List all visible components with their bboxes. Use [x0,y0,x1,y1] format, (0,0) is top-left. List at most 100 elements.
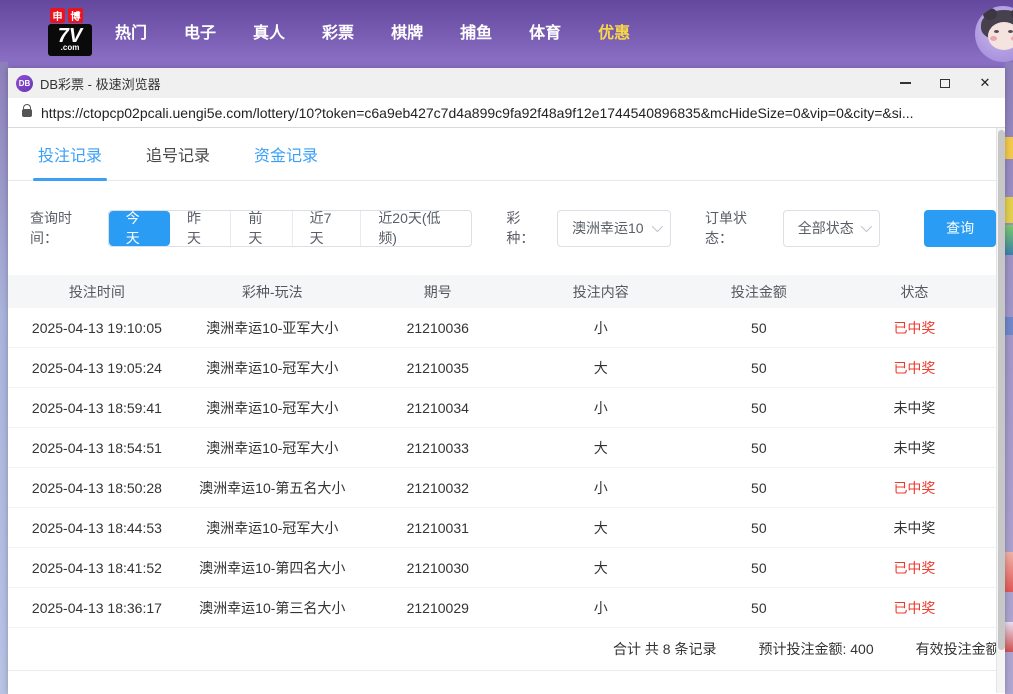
nav-item-sports[interactable]: 体育 [529,19,561,43]
browser-app-icon: DB [16,75,33,92]
status-select-value: 全部状态 [798,218,854,238]
table-row: 2025-04-13 18:59:41 澳洲幸运10-冠军大小 21210034… [8,388,996,428]
cell-status: 已中奖 [833,318,996,338]
nav-item-lottery[interactable]: 彩票 [322,19,354,43]
tab-fund-records[interactable]: 资金记录 [254,142,318,180]
maximize-button[interactable] [925,68,965,98]
cell-issue: 21210031 [359,520,517,536]
avatar-hair-bun [983,8,997,20]
nav-item-hot[interactable]: 热门 [115,19,147,43]
cell-content: 小 [517,398,685,418]
cell-time: 2025-04-13 18:36:17 [8,600,186,616]
cell-amount: 50 [685,600,833,616]
cell-issue: 21210029 [359,600,517,616]
cell-status: 已中奖 [833,478,996,498]
cell-content: 大 [517,518,685,538]
time-option-yesterday[interactable]: 昨天 [170,211,231,246]
order-status-select[interactable]: 全部状态 [783,210,881,247]
filter-bar: 查询时间： 今天 昨天 前天 近7天 近20天(低频) 彩种： 澳洲幸运10 订… [30,208,996,248]
cell-amount: 50 [685,400,833,416]
tab-bet-records[interactable]: 投注记录 [38,142,102,180]
scrollbar-thumb[interactable] [998,130,1005,650]
time-option-20days[interactable]: 近20天(低频) [361,211,471,246]
site-header: 申 博 7V .com 热门 电子 真人 彩票 棋牌 捕鱼 体育 优惠 [0,0,1013,70]
site-logo[interactable]: 申 博 7V .com [48,8,96,58]
bet-records-table: 投注时间 彩种-玩法 期号 投注内容 投注金额 状态 2025-04-13 19… [8,275,996,628]
close-button[interactable]: ✕ [965,68,1005,98]
address-bar[interactable]: https://ctopcp02pcali.uengi5e.com/lotter… [8,98,1005,128]
record-tabs: 投注记录 追号记录 资金记录 [8,128,996,181]
cell-issue: 21210035 [359,360,517,376]
cell-amount: 50 [685,320,833,336]
cell-time: 2025-04-13 18:59:41 [8,400,186,416]
vertical-scrollbar[interactable] [996,128,1005,693]
tab-chase-records[interactable]: 追号记录 [146,142,210,180]
search-button[interactable]: 查询 [924,210,996,247]
table-row: 2025-04-13 19:10:05 澳洲幸运10-亚军大小 21210036… [8,308,996,348]
status-select-label: 订单状态： [705,208,773,248]
nav-item-promo[interactable]: 优惠 [598,19,630,43]
cell-game: 澳洲幸运10-冠军大小 [186,518,359,538]
chevron-down-icon [652,221,663,232]
cell-amount: 50 [685,360,833,376]
cell-content: 小 [517,598,685,618]
cell-issue: 21210030 [359,560,517,576]
table-row: 2025-04-13 18:54:51 澳洲幸运10-冠军大小 21210033… [8,428,996,468]
cell-time: 2025-04-13 18:54:51 [8,440,186,456]
url-text[interactable]: https://ctopcp02pcali.uengi5e.com/lotter… [41,105,914,121]
table-row: 2025-04-13 18:36:17 澳洲幸运10-第三名大小 2121002… [8,588,996,628]
avatar-eye [994,30,999,33]
summary-total-records: 合计 共 8 条记录 [613,639,716,659]
cell-time: 2025-04-13 18:50:28 [8,480,186,496]
cell-game: 澳洲幸运10-冠军大小 [186,438,359,458]
nav-item-fishing[interactable]: 捕鱼 [460,19,492,43]
lock-icon [22,109,32,117]
minimize-button[interactable] [885,68,925,98]
table-row: 2025-04-13 18:41:52 澳洲幸运10-第四名大小 2121003… [8,548,996,588]
nav-item-boardgame[interactable]: 棋牌 [391,19,423,43]
cell-status: 已中奖 [833,598,996,618]
col-header-content: 投注内容 [517,282,685,302]
page-content: 投注记录 追号记录 资金记录 查询时间： 今天 昨天 前天 近7天 近20天(低… [8,128,1005,693]
table-header-row: 投注时间 彩种-玩法 期号 投注内容 投注金额 状态 [8,275,996,308]
cell-game: 澳洲幸运10-第四名大小 [186,558,359,578]
cell-issue: 21210033 [359,440,517,456]
nav-item-live[interactable]: 真人 [253,19,285,43]
time-option-daybefore[interactable]: 前天 [231,211,292,246]
cell-content: 小 [517,478,685,498]
col-header-time: 投注时间 [8,282,186,302]
cell-time: 2025-04-13 19:05:24 [8,360,186,376]
cell-status: 已中奖 [833,358,996,378]
lottery-select-value: 澳洲幸运10 [572,218,644,238]
cell-issue: 21210036 [359,320,517,336]
cell-content: 大 [517,358,685,378]
cell-time: 2025-04-13 18:44:53 [8,520,186,536]
table-row: 2025-04-13 18:44:53 澳洲幸运10-冠军大小 21210031… [8,508,996,548]
cell-status: 未中奖 [833,438,996,458]
logo-suffix-text: .com [48,44,92,52]
cell-content: 大 [517,558,685,578]
nav-item-electronic[interactable]: 电子 [184,19,216,43]
cell-amount: 50 [685,520,833,536]
table-row: 2025-04-13 18:50:28 澳洲幸运10-第五名大小 2121003… [8,468,996,508]
time-filter-group: 今天 昨天 前天 近7天 近20天(低频) [108,210,473,247]
window-title: DB彩票 - 极速浏览器 [40,74,885,93]
cell-amount: 50 [685,440,833,456]
time-option-today[interactable]: 今天 [109,211,170,246]
cell-status: 已中奖 [833,558,996,578]
lottery-select[interactable]: 澳洲幸运10 [557,210,671,247]
page-background-left [0,62,8,694]
window-titlebar[interactable]: DB DB彩票 - 极速浏览器 ✕ [8,68,1005,98]
lottery-select-label: 彩种： [506,208,547,248]
avatar-eye [1008,30,1013,33]
col-header-issue: 期号 [359,282,517,302]
minimize-icon [900,82,911,84]
time-option-7days[interactable]: 近7天 [293,211,362,246]
cell-game: 澳洲幸运10-冠军大小 [186,398,359,418]
cell-time: 2025-04-13 18:41:52 [8,560,186,576]
cell-game: 澳洲幸运10-冠军大小 [186,358,359,378]
cell-issue: 21210032 [359,480,517,496]
col-header-game: 彩种-玩法 [186,282,359,302]
user-avatar[interactable] [975,6,1013,62]
page-background-right [1005,62,1013,694]
